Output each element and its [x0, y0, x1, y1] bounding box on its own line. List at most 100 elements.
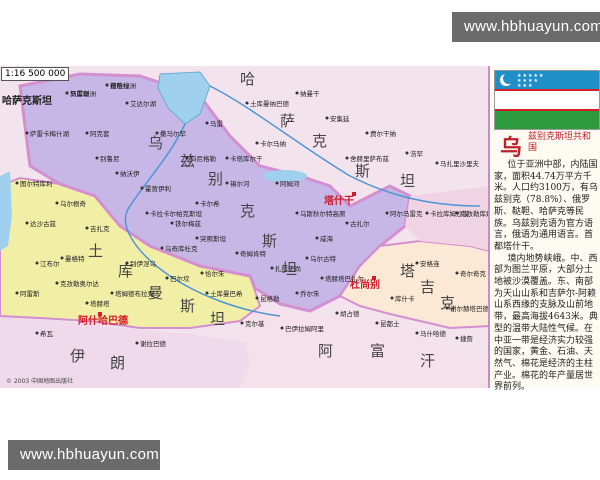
place-label: 乔尔朱 — [300, 289, 320, 298]
city-dot-icon — [455, 271, 459, 275]
city-dot-icon — [55, 281, 59, 285]
city-dot-icon — [405, 151, 409, 155]
place-label: 别伊涅乌 — [130, 259, 156, 268]
city-dot-icon — [345, 221, 349, 225]
place-label: 奇尔奇克 — [460, 269, 487, 278]
country-description: 位于亚洲中部，内陆国家，面积44.74万平方千米。人口约3100万，有乌兹别克（… — [494, 160, 600, 394]
place-label: 马雷 — [210, 120, 223, 128]
city-dot-icon — [195, 236, 199, 240]
city-dot-icon — [205, 291, 209, 295]
place-label: 霍贾伊利 — [145, 184, 171, 193]
place-label: 乌奇库杜克 — [165, 244, 198, 253]
place-label: 塔赫塔巴扎尔 — [325, 274, 365, 283]
turkmenistan-char: 坦 — [210, 310, 225, 328]
city-dot-icon — [225, 181, 229, 185]
place-label: 纳沃伊 — [120, 169, 140, 178]
city-dot-icon — [375, 321, 379, 325]
city-dot-icon — [280, 326, 284, 330]
uzbekistan-flag-icon: ★★★★★ ★★★★ ★★★ — [494, 70, 600, 130]
city-dot-icon — [295, 211, 299, 215]
city-dot-icon — [60, 256, 64, 260]
city-dot-icon — [385, 211, 389, 215]
city-dot-icon — [235, 251, 239, 255]
city-dot-icon — [140, 186, 144, 190]
place-label: 谢尔赫塔巴德 — [450, 304, 490, 313]
city-dot-icon — [35, 261, 39, 265]
city-dot-icon — [110, 291, 114, 295]
place-label: 乌尔古特 — [310, 254, 337, 263]
kazakhstan-char: 斯 — [355, 162, 370, 180]
city-dot-icon — [85, 226, 89, 230]
place-label: 撒马尔罕 — [160, 129, 187, 138]
info-panel: ★★★★★ ★★★★ ★★★ 乌 兹别克斯坦共和国 位于亚洲中部，内陆国家，面积44… — [488, 66, 600, 392]
place-label: 萨雷卡梅什湖 — [30, 129, 70, 138]
city-dot-icon — [85, 131, 89, 135]
tajikistan-char: 塔 — [400, 262, 415, 280]
city-dot-icon — [435, 161, 439, 165]
kazakhstan-char: 克 — [312, 132, 327, 150]
place-label: 阿姆河 — [280, 179, 300, 188]
place-label: 胡占德 — [340, 309, 360, 318]
city-dot-icon — [165, 276, 169, 280]
place-label: 锡尔河 — [230, 179, 250, 188]
place-label: 昆格勒 — [260, 294, 280, 303]
place-label: 乌尔根奇 — [60, 199, 87, 208]
afghanistan-char: 阿 — [318, 342, 333, 360]
city-dot-icon — [35, 331, 39, 335]
place-label: 塔姆德布拉克 — [115, 289, 155, 298]
city-dot-icon — [240, 321, 244, 325]
capital-label: 阿什哈巴德 — [78, 314, 128, 327]
afghanistan-char: 富 — [370, 342, 385, 360]
place-label: 卡塔库尔干 — [230, 154, 263, 163]
place-label: 克孜勒奥尔达 — [60, 279, 100, 288]
capital-label: 塔什干 — [324, 194, 354, 207]
city-dot-icon — [455, 336, 459, 340]
uzbekistan-char: 克 — [240, 202, 255, 220]
place-label: 铁尔梅兹 — [175, 219, 202, 228]
place-label: 安集延 — [330, 114, 350, 123]
city-dot-icon — [15, 291, 19, 295]
city-dot-icon — [160, 246, 164, 250]
place-label: 捷詹绿洲 — [110, 81, 136, 90]
kazakhstan-char: 哈 — [240, 70, 255, 88]
city-dot-icon — [25, 221, 29, 225]
iran-char: 伊 — [70, 347, 85, 365]
kazakhstan-char: 坦 — [400, 172, 415, 190]
city-dot-icon — [125, 261, 129, 265]
city-dot-icon — [295, 91, 299, 95]
place-label: 乌斯秋尔特高原 — [300, 209, 346, 218]
kazakhstan-char: 萨 — [280, 112, 295, 130]
place-label: 阿雷斯 — [20, 289, 40, 298]
city-dot-icon — [55, 201, 59, 205]
city-dot-icon — [15, 181, 19, 185]
uzbekistan-char: 别 — [208, 170, 223, 188]
city-dot-icon — [205, 121, 209, 125]
city-dot-icon — [195, 201, 199, 205]
place-label: 科尼格勒 — [190, 154, 217, 163]
city-dot-icon — [225, 156, 229, 160]
map-view[interactable]: 乌 兹 别 克 斯 坦 土 库 曼 斯 坦 哈 萨 克 斯 坦 哈萨克斯坦 阿 … — [0, 66, 490, 388]
description-paragraph: 位于亚洲中部，内陆国家，面积44.74万平方千米。人口约3100万，有乌兹别克（… — [494, 160, 598, 252]
map-svg: 乌 兹 别 克 斯 坦 土 库 曼 斯 坦 哈 萨 克 斯 坦 哈萨克斯坦 阿 … — [0, 66, 490, 388]
place-label: 突厥斯坦 — [200, 234, 227, 243]
place-label: 库什卡 — [395, 294, 415, 303]
description-paragraph: 境内地势峡峨。中、西部为图兰平原，大部分土地被沙漠覆盖。东、南部为天山山系和吉萨… — [494, 253, 598, 393]
place-label: 卡尔马纳 — [260, 139, 286, 148]
tajikistan-char: 吉 — [420, 278, 435, 296]
place-label: 巴尔坎 — [170, 274, 190, 283]
place-label: 塔赫塔 — [90, 299, 110, 308]
watermark-bottom: www.hbhuayun.com — [8, 440, 160, 470]
city-dot-icon — [145, 211, 149, 215]
place-label: 卡拉卡尔帕克斯坦 — [150, 209, 203, 218]
place-label: 舍赫里萨布兹 — [350, 154, 390, 163]
city-dot-icon — [320, 276, 324, 280]
place-label: 昆都士 — [380, 319, 400, 328]
city-dot-icon — [105, 83, 109, 87]
city-dot-icon — [325, 116, 329, 120]
place-label: 奇姆肯特 — [240, 249, 267, 258]
city-dot-icon — [295, 291, 299, 295]
place-label: 恰尔朱 — [205, 269, 225, 278]
country-title-char: 乌 — [500, 135, 523, 161]
place-label: 巴伊拉姆阿里 — [285, 324, 325, 333]
city-dot-icon — [85, 301, 89, 305]
